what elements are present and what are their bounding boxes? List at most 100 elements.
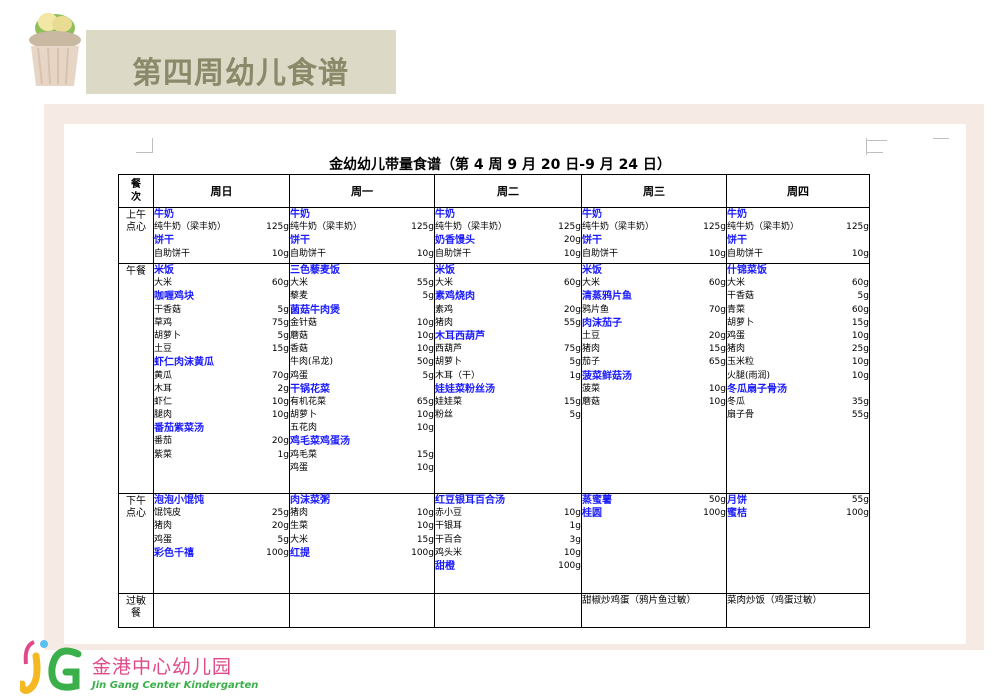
ingredient-line: 大米 60g [582,277,726,290]
ingredient-name: 鸡蛋 [290,462,309,473]
quantity: 1g [569,370,581,381]
dish-name: 冬瓜扇子骨汤 [727,383,787,395]
quantity: 10g [416,330,434,341]
ingredient-name: 大米 [435,278,454,289]
ingredient-line: 自助饼干 10g [582,248,726,261]
crop-mark [933,124,949,139]
ingredient-line: 大米 55g [290,277,434,290]
ingredient-line: 金针菇 10g [290,317,434,330]
dish-name: 三色藜麦饭 [290,265,340,276]
ingredient-line: 大米 60g [154,277,289,290]
dish-line: 泡泡小馄饨 [154,494,289,507]
dish-line: 红豆银耳百合汤 [435,494,581,507]
ingredient-name: 赤小豆 [435,508,463,519]
dish-name: 饼干 [154,235,174,247]
day-header: 周日 [153,174,290,208]
ingredient-line: 自助饼干 10g [727,248,869,261]
quantity: 5g [569,410,581,421]
dish-name: 饼干 [290,235,310,247]
ingredient-line: 大米 60g [727,277,869,290]
dish-line: 米饭 [582,264,726,277]
dish-name: 牛奶 [154,209,174,220]
meal-label: 下午点心 [118,493,154,594]
meal-label: 午餐 [118,263,154,494]
quantity: 50g [416,357,434,368]
menu-cell: 三色藜麦饭 大米 55g 藜麦 5g 菌菇牛肉煲 金针菇 10g 蘑菇 10g 香菇 10g 牛肉(吊龙… [289,263,435,494]
quantity: 5g [422,370,434,381]
dish-line: 木耳西葫芦 [435,330,581,343]
ingredient-name: 冬瓜 [727,396,746,407]
quantity: 125g [558,222,581,233]
quantity: 70g [271,370,289,381]
dish-name: 素鸡烧肉 [435,291,475,303]
menu-cell: 牛奶 纯牛奶（梁丰奶） 125g 奶香馒头 20g 自助饼干 10g [434,207,582,264]
ingredient-line: 猪肉 15g [582,343,726,356]
dish-name: 清蒸鸦片鱼 [582,291,632,303]
quantity: 20g [708,330,726,341]
quantity: 10g [851,330,869,341]
quantity: 10g [416,410,434,421]
quantity: 60g [708,278,726,289]
ingredient-line: 胡萝卜 10g [290,409,434,422]
ingredient-name: 素鸡 [435,304,454,315]
quantity: 35g [851,396,869,407]
slide-title: 第四周幼儿食谱 [132,56,349,91]
ingredient-name: 大米 [582,278,601,289]
quantity: 10g [851,370,869,381]
quantity: 55g [851,495,869,505]
ingredient-line: 猪肉 25g [727,343,869,356]
ingredient-name: 土豆 [582,330,601,341]
dish-line: 干锅花菜 [290,383,434,396]
ingredient-name: 西葫芦 [435,344,463,355]
menu-cell: 米饭 大米 60g 咖喱鸡块 干香菇 5g 草鸡 75g 胡萝卜 5g 土豆 15g 虾仁肉沫黄瓜 黄瓜 7… [153,263,290,494]
dish-name: 木耳西葫芦 [435,330,485,342]
dish-name: 泡泡小馄饨 [154,495,204,506]
dish-line: 菌菇牛肉煲 [290,304,434,317]
quantity: 50g [708,495,726,505]
dish-line: 蜜桔 100g [727,507,869,520]
ingredient-name: 藜麦 [290,291,309,302]
quantity: 5g [422,291,434,302]
ingredient-line: 干香菇 5g [154,304,289,317]
ingredient-line: 扇子骨 55g [727,409,869,422]
ingredient-name: 猪肉 [435,317,454,328]
ingredient-line: 五花肉 10g [290,422,434,435]
ingredient-name: 猪肉 [727,344,746,355]
header-row: 餐次 周日 周一 周二 周三 周四 [118,174,870,208]
dish-name: 菠菜鲜菇汤 [582,370,632,382]
dish-line: 三色藜麦饭 [290,264,434,277]
ingredient-line: 猪肉 10g [290,507,434,520]
quantity: 60g [563,278,581,289]
ingredient-line: 自助饼干 10g [435,248,581,261]
ingredient-name: 粉丝 [435,410,454,421]
ingredient-name: 猪肉 [582,344,601,355]
ingredient-name: 纯牛奶（梁丰奶） [582,222,655,233]
dish-name: 奶香馒头 [435,235,475,247]
quantity: 10g [851,248,869,259]
ingredient-line: 牛肉(吊龙) 50g [290,356,434,369]
ingredient-line: 虾仁 10g [154,396,289,409]
ingredient-line: 腿肉 10g [154,409,289,422]
quantity: 15g [851,317,869,328]
quantity: 60g [851,304,869,315]
dish-name: 彩色千禧 [154,547,194,559]
ingredient-line: 木耳（干） 1g [435,370,581,383]
ingredient-name: 纯牛奶（梁丰奶） [290,222,363,233]
dish-line: 桂圆 100g [582,507,726,520]
quantity: 75g [271,317,289,328]
afternoon-snack-row: 下午点心 泡泡小馄饨 馄饨皮 25g 猪肉 20g 鸡蛋 5g 彩色千禧 100g 肉沫菜粥 猪肉 1… [118,493,870,594]
ingredient-name: 胡萝卜 [727,317,755,328]
ingredient-line: 番茄 20g [154,435,289,448]
dish-line: 米饭 [154,264,289,277]
ingredient-line: 生菜 10g [290,520,434,533]
dish-line: 素鸡烧肉 [435,290,581,303]
dish-line: 饼干 [290,234,434,247]
dish-line: 清蒸鸦片鱼 [582,290,726,303]
dish-name: 牛奶 [727,209,747,220]
ingredient-line: 自助饼干 10g [290,248,434,261]
quantity: 10g [416,508,434,519]
ingredient-line: 草鸡 75g [154,317,289,330]
dish-line: 牛奶 [154,208,289,221]
ingredient-name: 鸡蛋 [290,370,309,381]
ingredient-line: 鸡蛋 5g [154,534,289,547]
